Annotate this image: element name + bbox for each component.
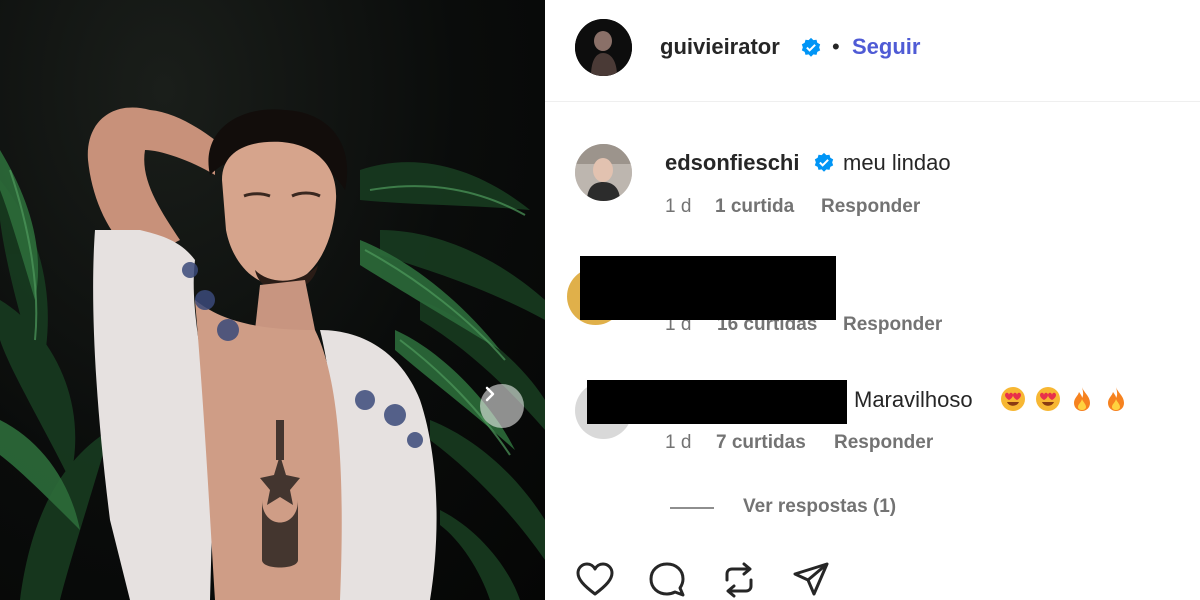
- fire-emoji-icon: [1074, 387, 1090, 411]
- post-photo[interactable]: [0, 0, 545, 600]
- author-avatar[interactable]: [575, 19, 632, 76]
- commenter-avatar[interactable]: [575, 144, 632, 201]
- replies-divider: [670, 507, 714, 509]
- fire-emoji-icon: [1108, 387, 1124, 411]
- reply-button[interactable]: Responder: [843, 314, 942, 336]
- author-username[interactable]: guivieirator: [660, 34, 780, 60]
- photo-illustration: [0, 107, 545, 600]
- action-bar: [545, 555, 1200, 600]
- post-header: guivieirator • Seguir: [545, 0, 1200, 102]
- comment-text: Maravilhoso: [854, 387, 973, 412]
- carousel-next-button[interactable]: [480, 384, 524, 428]
- share-icon[interactable]: [791, 560, 831, 600]
- heart-eyes-emoji-icon: [1036, 387, 1060, 411]
- comment-time: 1 d: [665, 196, 692, 217]
- separator-dot: •: [832, 34, 840, 59]
- commenter-username[interactable]: edsonfieschi: [665, 150, 799, 176]
- verified-badge-icon: [801, 37, 821, 57]
- heart-icon[interactable]: [575, 560, 615, 600]
- reply-button[interactable]: Responder: [821, 196, 920, 218]
- view-replies-button[interactable]: Ver respostas (1): [743, 496, 896, 518]
- heart-eyes-emoji-icon: [1001, 387, 1025, 411]
- redaction-box: [580, 256, 836, 320]
- comment-icon[interactable]: [647, 560, 687, 600]
- comment-text: meu lindao: [843, 150, 951, 175]
- verified-badge-icon: [814, 152, 834, 172]
- comment-likes[interactable]: 7 curtidas: [716, 432, 806, 454]
- follow-button[interactable]: Seguir: [852, 34, 920, 60]
- chevron-right-icon: [485, 386, 495, 402]
- comment-likes[interactable]: 1 curtida: [715, 196, 794, 218]
- redaction-box: [587, 380, 847, 424]
- repost-icon[interactable]: [719, 560, 759, 600]
- comment-time: 1 d: [665, 432, 692, 453]
- reply-button[interactable]: Responder: [834, 432, 933, 454]
- post-sidebar: guivieirator • Seguir edsonfieschi meu l…: [545, 0, 1200, 600]
